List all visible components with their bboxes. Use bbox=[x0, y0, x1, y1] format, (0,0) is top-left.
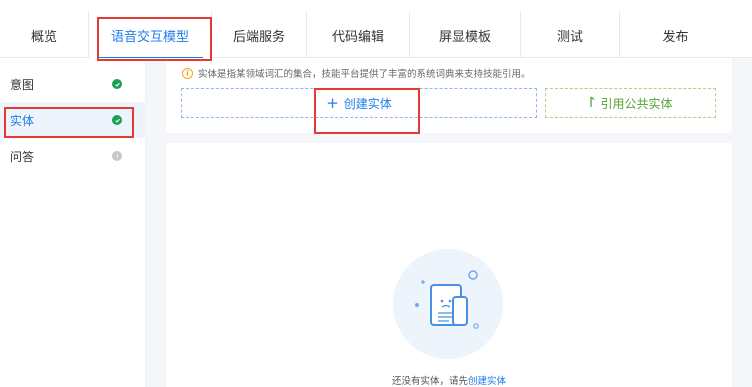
sidebar-item-label: 实体 bbox=[10, 113, 35, 128]
entity-toolbar-card: i 实体是指某领域词汇的集合，技能平台提供了丰富的系统词典来支持技能引用。 + … bbox=[166, 58, 732, 133]
tab-label: 概览 bbox=[30, 29, 57, 45]
tab-test[interactable]: 测试 bbox=[520, 12, 619, 58]
tab-publish[interactable]: 发布 bbox=[619, 12, 731, 58]
empty-state-message: 还没有实体，请先创建实体 bbox=[166, 373, 732, 387]
tab-label: 屏显模板 bbox=[438, 29, 491, 45]
tab-label: 发布 bbox=[662, 29, 689, 45]
reference-icon bbox=[588, 96, 595, 111]
sidebar-item-label: 问答 bbox=[10, 149, 35, 164]
tab-overview[interactable]: 概览 bbox=[0, 12, 88, 58]
tab-code-edit[interactable]: 代码编辑 bbox=[306, 12, 409, 58]
pending-circle-icon bbox=[112, 151, 122, 161]
info-icon: i bbox=[182, 67, 193, 79]
tab-display-template[interactable]: 屏显模板 bbox=[409, 12, 520, 58]
main-content: i 实体是指某领域词汇的集合，技能平台提供了丰富的系统词典来支持技能引用。 + … bbox=[146, 58, 752, 387]
entity-list-card: 还没有实体，请先创建实体 bbox=[166, 143, 732, 387]
check-circle-icon bbox=[112, 79, 122, 89]
reference-public-entity-button[interactable]: 引用公共实体 bbox=[545, 88, 716, 118]
plus-icon: + bbox=[326, 93, 339, 112]
create-entity-button[interactable]: + 创建实体 bbox=[181, 88, 537, 118]
tab-backend-service[interactable]: 后端服务 bbox=[211, 12, 306, 58]
empty-state-text: 还没有实体，请先 bbox=[391, 376, 468, 387]
notice: i 实体是指某领域词汇的集合，技能平台提供了丰富的系统词典来支持技能引用。 bbox=[182, 66, 531, 80]
sidebar-item-qa[interactable]: 问答 bbox=[0, 138, 146, 174]
sidebar-item-intent[interactable]: 意图 bbox=[0, 66, 146, 102]
top-tab-bar: 概览 语音交互模型 后端服务 代码编辑 屏显模板 测试 发布 bbox=[0, 0, 752, 59]
check-circle-icon bbox=[112, 115, 122, 125]
sidebar: 意图 实体 问答 bbox=[0, 58, 146, 387]
tab-label: 语音交互模型 bbox=[110, 29, 189, 45]
reference-public-entity-label: 引用公共实体 bbox=[600, 96, 673, 111]
sidebar-item-label: 意图 bbox=[10, 77, 35, 92]
tab-label: 测试 bbox=[556, 29, 583, 45]
tab-label: 后端服务 bbox=[232, 29, 285, 45]
notice-text: 实体是指某领域词汇的集合，技能平台提供了丰富的系统词典来支持技能引用。 bbox=[198, 69, 531, 80]
tab-voice-interaction-model[interactable]: 语音交互模型 bbox=[88, 12, 211, 59]
empty-document-illustration bbox=[393, 249, 503, 359]
tab-label: 代码编辑 bbox=[331, 29, 384, 45]
create-entity-label: 创建实体 bbox=[343, 96, 392, 111]
empty-state-create-link[interactable]: 创建实体 bbox=[468, 376, 506, 387]
sidebar-item-entity[interactable]: 实体 bbox=[0, 102, 146, 138]
